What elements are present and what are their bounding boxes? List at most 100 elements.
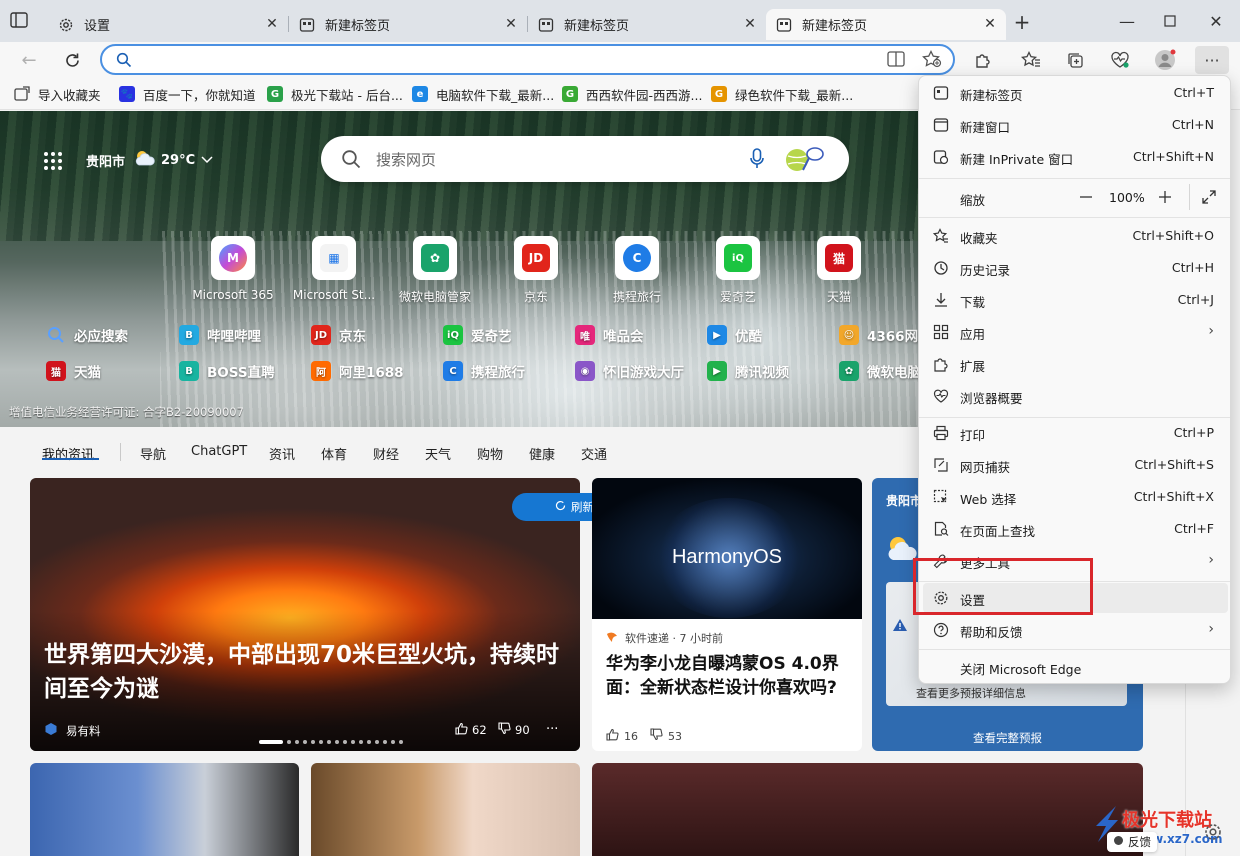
feedback-button[interactable]: 反馈 [1107, 832, 1157, 852]
close-icon[interactable]: ✕ [503, 16, 519, 32]
favorite-baidu[interactable]: 🐾 百度一下，你就知道 [119, 84, 256, 104]
menu-item-web-capture[interactable]: 网页捕获 Ctrl+Shift+S [923, 450, 1228, 480]
menu-item-extensions[interactable]: 扩展 [923, 349, 1228, 379]
site-link-1688[interactable]: 阿 阿里1688 [311, 359, 404, 383]
site-link-boss[interactable]: B BOSS直聘 [179, 359, 275, 383]
favorites-import[interactable]: 导入收藏夹 [14, 84, 101, 104]
news-card-image[interactable] [311, 763, 580, 856]
fullscreen-button[interactable] [1202, 182, 1216, 212]
close-icon[interactable]: ✕ [982, 16, 998, 32]
tab-newtab-1[interactable]: 新建标签页 ✕ [289, 9, 527, 40]
news-tab-sports[interactable]: 体育 [321, 444, 347, 463]
favorite-cr173[interactable]: G 西西软件园-西西游... [562, 84, 702, 104]
more-menu-button[interactable]: ··· [1195, 46, 1229, 74]
news-tab-chatgpt[interactable]: ChatGPT [191, 444, 247, 459]
tab-newtab-2[interactable]: 新建标签页 ✕ [528, 9, 766, 40]
news-tab-news[interactable]: 资讯 [269, 444, 295, 463]
menu-item-apps[interactable]: 应用 › [923, 317, 1228, 347]
page-settings-icon[interactable] [1203, 822, 1223, 842]
favorite-xz7[interactable]: G 极光下载站 - 后台... [267, 84, 403, 104]
address-input[interactable] [142, 50, 862, 70]
news-card-image[interactable] [592, 763, 1143, 856]
refresh-button[interactable] [58, 46, 86, 74]
like-button[interactable]: 62 [455, 722, 487, 738]
profile-avatar[interactable] [1152, 48, 1178, 72]
dislike-button[interactable]: 53 [650, 728, 682, 744]
new-tab-button[interactable]: + [1012, 12, 1032, 33]
site-link-bilibili[interactable]: B 哔哩哔哩 [179, 323, 261, 347]
site-link-ctrip[interactable]: C 携程旅行 [443, 359, 525, 383]
favorite-greensoft[interactable]: G 绿色软件下载_最新... [711, 84, 853, 104]
news-card-image[interactable] [30, 763, 299, 856]
news-tab-shopping[interactable]: 购物 [477, 444, 503, 463]
menu-item-new-tab[interactable]: 新建标签页 Ctrl+T [923, 78, 1228, 108]
menu-item-new-window[interactable]: 新建窗口 Ctrl+N [923, 110, 1228, 140]
weather-more-link[interactable]: 查看更多预报详细信息 [916, 685, 1026, 701]
web-search-input[interactable] [376, 149, 756, 171]
site-link-bing[interactable]: 必应搜索 [46, 323, 128, 347]
card-source[interactable]: 易有料 [44, 722, 101, 739]
news-tab-weather[interactable]: 天气 [425, 444, 451, 463]
site-link-jd[interactable]: JD 京东 [311, 323, 366, 347]
news-tab-health[interactable]: 健康 [529, 444, 555, 463]
favorites-icon[interactable] [1018, 48, 1044, 72]
like-button[interactable]: 16 [606, 728, 638, 744]
tab-actions-icon[interactable] [10, 12, 32, 32]
close-icon[interactable]: ✕ [742, 16, 758, 32]
menu-item-close-edge[interactable]: 关闭 Microsoft Edge [923, 652, 1228, 682]
news-tab-navigation[interactable]: 导航 [140, 444, 166, 463]
menu-item-browser-essentials[interactable]: 浏览器概要 [923, 381, 1228, 411]
site-link-iqiyi[interactable]: iQ 爱奇艺 [443, 323, 512, 347]
zoom-in-button[interactable] [1158, 182, 1172, 212]
news-tab-traffic[interactable]: 交通 [581, 444, 607, 463]
quick-link-iqiyi[interactable]: iQ 爱奇艺 [696, 236, 780, 305]
zoom-out-button[interactable] [1079, 182, 1093, 212]
add-favorite-icon[interactable] [922, 50, 942, 72]
site-link-retro-games[interactable]: ◉ 怀旧游戏大厅 [575, 359, 684, 383]
back-button[interactable]: ← [15, 46, 43, 74]
quick-link-ctrip[interactable]: C 携程旅行 [595, 236, 679, 305]
more-options-icon[interactable]: ··· [546, 722, 558, 737]
quick-link-microsoft-store[interactable]: ▦ Microsoft St... [292, 236, 376, 302]
news-tab-my-feed[interactable]: 我的资讯 [42, 444, 94, 463]
menu-item-favorites[interactable]: 收藏夹 Ctrl+Shift+O [923, 221, 1228, 251]
collections-icon[interactable] [1062, 48, 1088, 72]
news-tab-finance[interactable]: 财经 [373, 444, 399, 463]
address-bar[interactable] [100, 44, 955, 75]
quick-link-pc-manager[interactable]: ✿ 微软电脑管家 [393, 236, 477, 305]
carousel-dots[interactable] [259, 740, 403, 744]
menu-item-downloads[interactable]: 下载 Ctrl+J [923, 285, 1228, 315]
menu-item-history[interactable]: 历史记录 Ctrl+H [923, 253, 1228, 283]
menu-item-web-select[interactable]: Web 选择 Ctrl+Shift+X [923, 482, 1228, 512]
tab-settings[interactable]: 设置 ✕ [48, 9, 288, 40]
menu-item-more-tools[interactable]: 更多工具 › [923, 546, 1228, 576]
news-card-harmonyos[interactable]: HarmonyOS 软件速递 · 7 小时前 华为李小龙自曝鸿蒙OS 4.0界面… [592, 478, 862, 751]
tab-newtab-active[interactable]: 新建标签页 ✕ [766, 9, 1006, 40]
minimize-button[interactable]: — [1113, 8, 1141, 34]
quick-link-microsoft365[interactable]: M Microsoft 365 [191, 236, 275, 302]
menu-item-help-feedback[interactable]: 帮助和反馈 › [923, 615, 1228, 645]
favorite-software[interactable]: e 电脑软件下载_最新... [412, 84, 554, 104]
menu-item-find-on-page[interactable]: 在页面上查找 Ctrl+F [923, 514, 1228, 544]
weather-widget[interactable]: 贵阳市 29°C [86, 149, 213, 171]
menu-item-print[interactable]: 打印 Ctrl+P [923, 418, 1228, 448]
quick-link-jd[interactable]: JD 京东 [494, 236, 578, 305]
browser-essentials-icon[interactable] [1107, 48, 1133, 72]
split-screen-icon[interactable] [887, 51, 905, 71]
site-link-youku[interactable]: ▶ 优酷 [707, 323, 762, 347]
site-link-pc-manager[interactable]: ✿ 微软电脑 [839, 359, 921, 383]
extensions-icon[interactable] [970, 48, 996, 72]
weather-full-forecast-link[interactable]: 查看完整预报 [872, 730, 1143, 746]
quick-link-tmall[interactable]: 猫 天猫 [797, 236, 881, 305]
menu-item-new-inprivate[interactable]: 新建 InPrivate 窗口 Ctrl+Shift+N [923, 142, 1228, 172]
dislike-button[interactable]: 90 [498, 722, 530, 738]
close-window-button[interactable]: ✕ [1202, 8, 1230, 34]
web-search-box[interactable] [321, 136, 849, 182]
site-link-tencent-video[interactable]: ▶ 腾讯视频 [707, 359, 789, 383]
maximize-button[interactable] [1156, 8, 1184, 34]
close-icon[interactable]: ✕ [264, 16, 280, 32]
site-link-vip[interactable]: 唯 唯品会 [575, 323, 644, 347]
site-link-tmall[interactable]: 猫 天猫 [46, 359, 101, 383]
bing-visual-search-icon[interactable] [783, 144, 829, 178]
news-card-featured[interactable]: 世界第四大沙漠，中部出现70米巨型火坑，持续时间至今为谜 易有料 62 90 ·… [30, 478, 580, 751]
